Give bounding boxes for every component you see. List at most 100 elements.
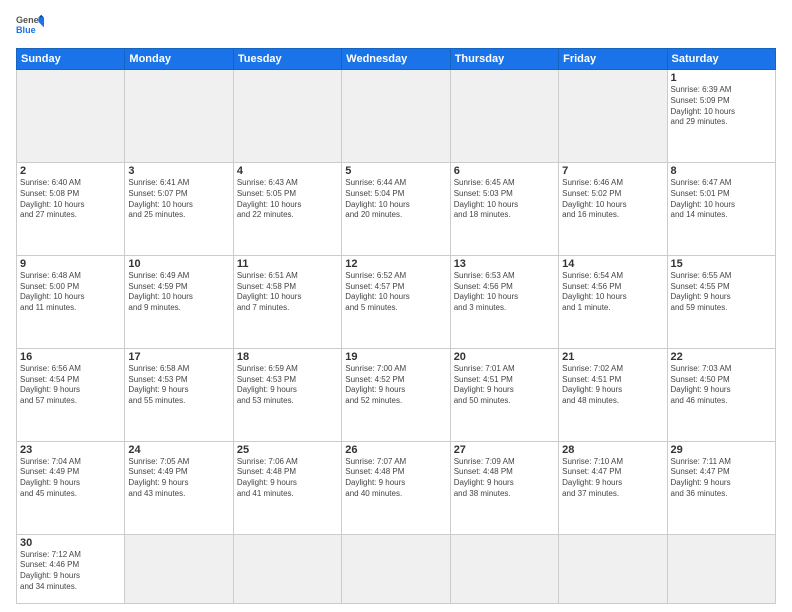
day-info: Sunrise: 6:53 AM Sunset: 4:56 PM Dayligh…	[454, 271, 555, 314]
calendar-week-1: 1Sunrise: 6:39 AM Sunset: 5:09 PM Daylig…	[17, 70, 776, 163]
day-info: Sunrise: 7:00 AM Sunset: 4:52 PM Dayligh…	[345, 364, 446, 407]
day-info: Sunrise: 6:45 AM Sunset: 5:03 PM Dayligh…	[454, 178, 555, 221]
day-info: Sunrise: 7:10 AM Sunset: 4:47 PM Dayligh…	[562, 457, 663, 500]
day-info: Sunrise: 6:55 AM Sunset: 4:55 PM Dayligh…	[671, 271, 772, 314]
day-info: Sunrise: 6:49 AM Sunset: 4:59 PM Dayligh…	[128, 271, 229, 314]
day-info: Sunrise: 6:39 AM Sunset: 5:09 PM Dayligh…	[671, 85, 772, 128]
calendar-cell: 2Sunrise: 6:40 AM Sunset: 5:08 PM Daylig…	[17, 162, 125, 255]
calendar-cell: 19Sunrise: 7:00 AM Sunset: 4:52 PM Dayli…	[342, 348, 450, 441]
day-number: 20	[454, 351, 555, 363]
day-info: Sunrise: 6:56 AM Sunset: 4:54 PM Dayligh…	[20, 364, 121, 407]
day-info: Sunrise: 6:51 AM Sunset: 4:58 PM Dayligh…	[237, 271, 338, 314]
calendar-cell: 12Sunrise: 6:52 AM Sunset: 4:57 PM Dayli…	[342, 255, 450, 348]
calendar-cell: 24Sunrise: 7:05 AM Sunset: 4:49 PM Dayli…	[125, 441, 233, 534]
calendar-cell	[342, 534, 450, 603]
day-number: 11	[237, 258, 338, 270]
calendar-cell: 23Sunrise: 7:04 AM Sunset: 4:49 PM Dayli…	[17, 441, 125, 534]
weekday-header-tuesday: Tuesday	[233, 49, 341, 70]
day-number: 1	[671, 72, 772, 84]
day-number: 13	[454, 258, 555, 270]
calendar-week-3: 9Sunrise: 6:48 AM Sunset: 5:00 PM Daylig…	[17, 255, 776, 348]
calendar-cell	[559, 534, 667, 603]
weekday-header-friday: Friday	[559, 49, 667, 70]
day-number: 15	[671, 258, 772, 270]
calendar-cell: 22Sunrise: 7:03 AM Sunset: 4:50 PM Dayli…	[667, 348, 775, 441]
page: General Blue SundayMondayTuesdayWednesda…	[0, 0, 792, 612]
day-number: 24	[128, 444, 229, 456]
calendar-cell: 25Sunrise: 7:06 AM Sunset: 4:48 PM Dayli…	[233, 441, 341, 534]
calendar: SundayMondayTuesdayWednesdayThursdayFrid…	[16, 48, 776, 604]
calendar-cell: 13Sunrise: 6:53 AM Sunset: 4:56 PM Dayli…	[450, 255, 558, 348]
calendar-cell	[667, 534, 775, 603]
day-number: 10	[128, 258, 229, 270]
weekday-header-thursday: Thursday	[450, 49, 558, 70]
day-number: 23	[20, 444, 121, 456]
day-info: Sunrise: 7:12 AM Sunset: 4:46 PM Dayligh…	[20, 550, 121, 593]
calendar-cell: 16Sunrise: 6:56 AM Sunset: 4:54 PM Dayli…	[17, 348, 125, 441]
day-info: Sunrise: 6:44 AM Sunset: 5:04 PM Dayligh…	[345, 178, 446, 221]
calendar-cell: 27Sunrise: 7:09 AM Sunset: 4:48 PM Dayli…	[450, 441, 558, 534]
weekday-header-saturday: Saturday	[667, 49, 775, 70]
calendar-cell: 26Sunrise: 7:07 AM Sunset: 4:48 PM Dayli…	[342, 441, 450, 534]
day-number: 2	[20, 165, 121, 177]
calendar-cell: 8Sunrise: 6:47 AM Sunset: 5:01 PM Daylig…	[667, 162, 775, 255]
day-info: Sunrise: 6:54 AM Sunset: 4:56 PM Dayligh…	[562, 271, 663, 314]
day-number: 4	[237, 165, 338, 177]
day-info: Sunrise: 7:03 AM Sunset: 4:50 PM Dayligh…	[671, 364, 772, 407]
logo: General Blue	[16, 12, 48, 40]
calendar-cell	[125, 534, 233, 603]
day-number: 6	[454, 165, 555, 177]
calendar-week-4: 16Sunrise: 6:56 AM Sunset: 4:54 PM Dayli…	[17, 348, 776, 441]
day-number: 9	[20, 258, 121, 270]
weekday-header-sunday: Sunday	[17, 49, 125, 70]
weekday-header-wednesday: Wednesday	[342, 49, 450, 70]
day-number: 22	[671, 351, 772, 363]
calendar-cell: 15Sunrise: 6:55 AM Sunset: 4:55 PM Dayli…	[667, 255, 775, 348]
calendar-cell	[559, 70, 667, 163]
day-info: Sunrise: 7:07 AM Sunset: 4:48 PM Dayligh…	[345, 457, 446, 500]
calendar-cell	[233, 534, 341, 603]
day-number: 8	[671, 165, 772, 177]
calendar-cell: 11Sunrise: 6:51 AM Sunset: 4:58 PM Dayli…	[233, 255, 341, 348]
day-info: Sunrise: 7:06 AM Sunset: 4:48 PM Dayligh…	[237, 457, 338, 500]
day-number: 12	[345, 258, 446, 270]
day-number: 21	[562, 351, 663, 363]
day-number: 26	[345, 444, 446, 456]
day-info: Sunrise: 7:11 AM Sunset: 4:47 PM Dayligh…	[671, 457, 772, 500]
day-number: 25	[237, 444, 338, 456]
day-number: 27	[454, 444, 555, 456]
day-number: 16	[20, 351, 121, 363]
calendar-cell: 21Sunrise: 7:02 AM Sunset: 4:51 PM Dayli…	[559, 348, 667, 441]
calendar-cell: 7Sunrise: 6:46 AM Sunset: 5:02 PM Daylig…	[559, 162, 667, 255]
day-number: 18	[237, 351, 338, 363]
calendar-cell	[233, 70, 341, 163]
logo-icon: General Blue	[16, 12, 44, 40]
weekday-header-row: SundayMondayTuesdayWednesdayThursdayFrid…	[17, 49, 776, 70]
day-info: Sunrise: 6:46 AM Sunset: 5:02 PM Dayligh…	[562, 178, 663, 221]
calendar-week-6: 30Sunrise: 7:12 AM Sunset: 4:46 PM Dayli…	[17, 534, 776, 603]
day-info: Sunrise: 6:48 AM Sunset: 5:00 PM Dayligh…	[20, 271, 121, 314]
day-number: 14	[562, 258, 663, 270]
calendar-cell: 3Sunrise: 6:41 AM Sunset: 5:07 PM Daylig…	[125, 162, 233, 255]
calendar-cell: 14Sunrise: 6:54 AM Sunset: 4:56 PM Dayli…	[559, 255, 667, 348]
day-info: Sunrise: 6:41 AM Sunset: 5:07 PM Dayligh…	[128, 178, 229, 221]
calendar-cell: 6Sunrise: 6:45 AM Sunset: 5:03 PM Daylig…	[450, 162, 558, 255]
svg-text:Blue: Blue	[16, 25, 36, 35]
calendar-cell: 9Sunrise: 6:48 AM Sunset: 5:00 PM Daylig…	[17, 255, 125, 348]
calendar-cell: 30Sunrise: 7:12 AM Sunset: 4:46 PM Dayli…	[17, 534, 125, 603]
day-info: Sunrise: 6:47 AM Sunset: 5:01 PM Dayligh…	[671, 178, 772, 221]
calendar-cell	[342, 70, 450, 163]
calendar-cell	[125, 70, 233, 163]
calendar-cell	[450, 70, 558, 163]
calendar-cell: 4Sunrise: 6:43 AM Sunset: 5:05 PM Daylig…	[233, 162, 341, 255]
day-info: Sunrise: 6:52 AM Sunset: 4:57 PM Dayligh…	[345, 271, 446, 314]
calendar-week-5: 23Sunrise: 7:04 AM Sunset: 4:49 PM Dayli…	[17, 441, 776, 534]
calendar-cell: 5Sunrise: 6:44 AM Sunset: 5:04 PM Daylig…	[342, 162, 450, 255]
calendar-week-2: 2Sunrise: 6:40 AM Sunset: 5:08 PM Daylig…	[17, 162, 776, 255]
day-info: Sunrise: 7:09 AM Sunset: 4:48 PM Dayligh…	[454, 457, 555, 500]
day-number: 5	[345, 165, 446, 177]
day-number: 29	[671, 444, 772, 456]
day-info: Sunrise: 6:58 AM Sunset: 4:53 PM Dayligh…	[128, 364, 229, 407]
day-number: 30	[20, 537, 121, 549]
calendar-cell	[17, 70, 125, 163]
